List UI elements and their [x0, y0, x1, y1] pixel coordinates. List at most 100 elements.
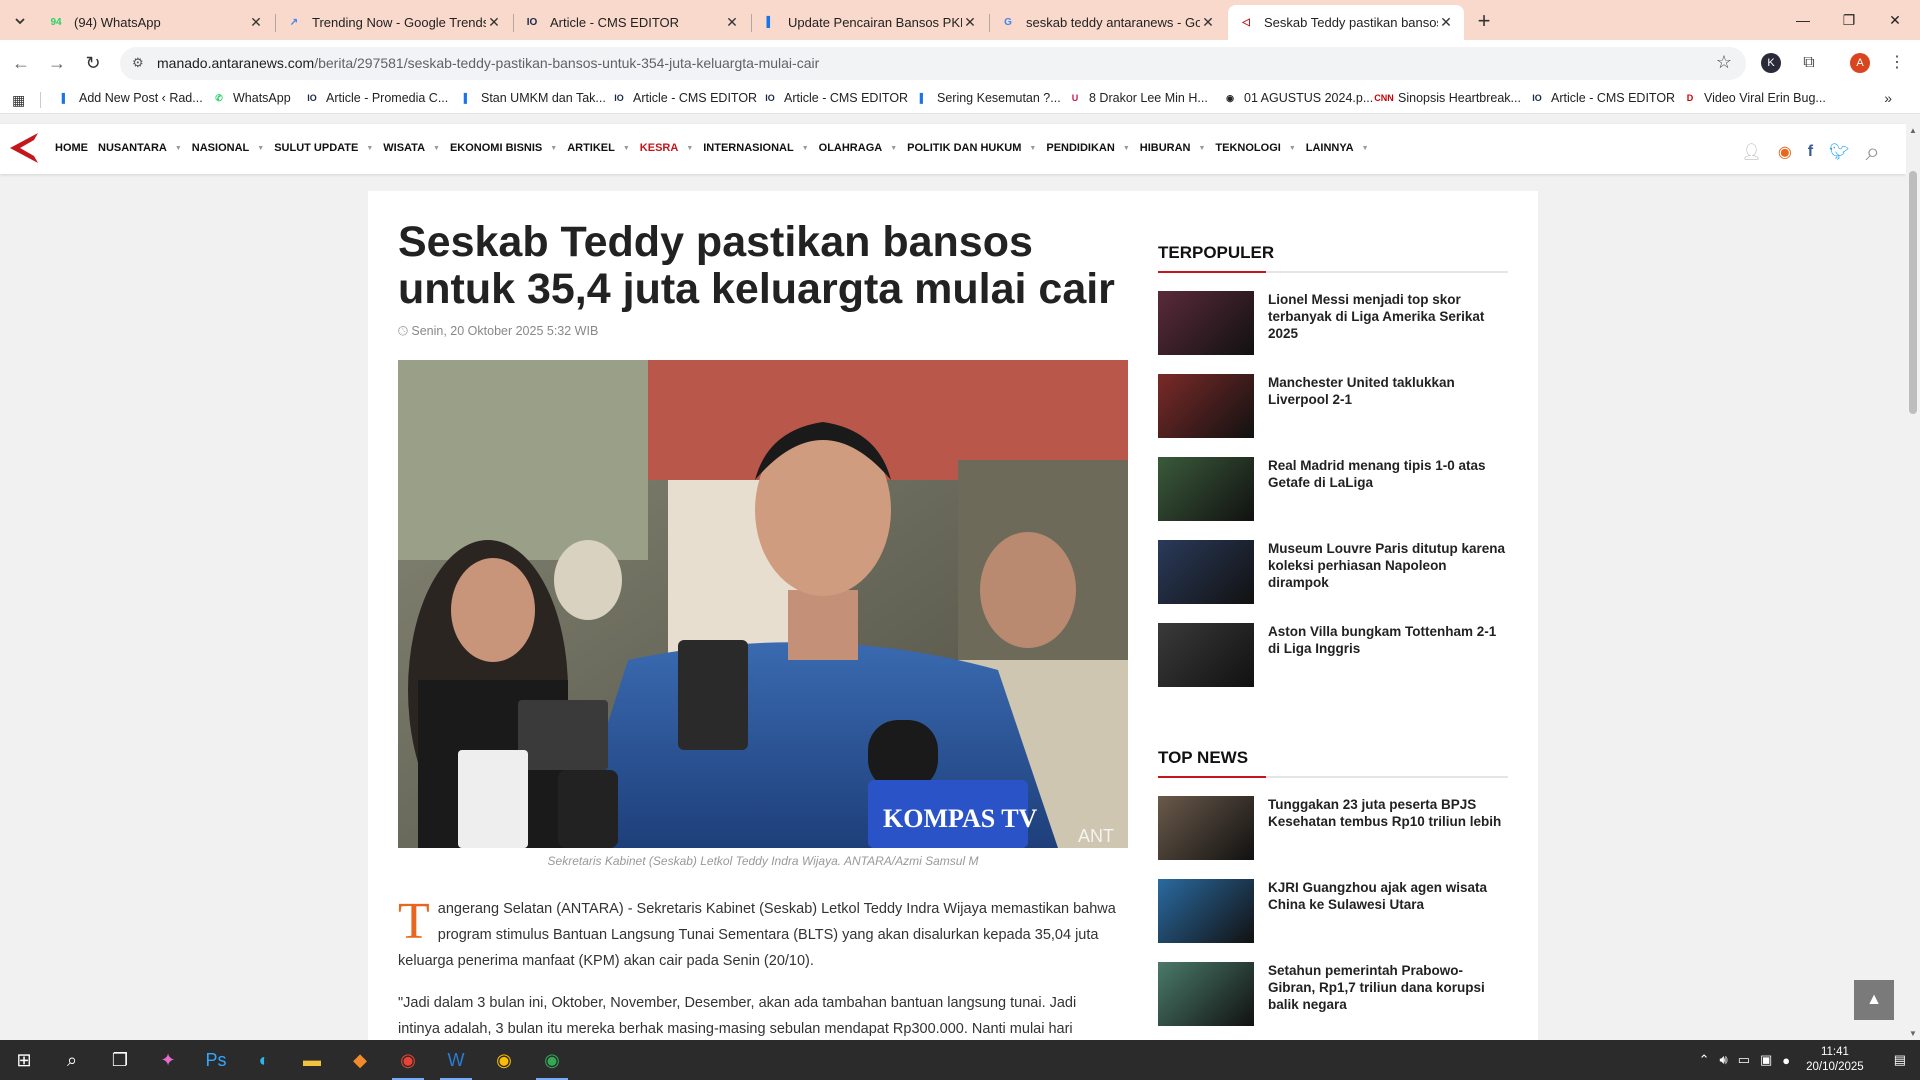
bookmark-item[interactable]: IO Article - CMS EDITOR: [1530, 91, 1675, 105]
news-headline-link[interactable]: Aston Villa bungkam Tottenham 2-1 di Lig…: [1268, 623, 1508, 706]
close-tab-icon[interactable]: ✕: [962, 14, 978, 31]
chrome-app[interactable]: ◉: [480, 1040, 528, 1080]
profile-a-button[interactable]: A: [1847, 50, 1873, 76]
sidebar-news-item[interactable]: Real Madrid menang tipis 1-0 atas Getafe…: [1158, 457, 1508, 540]
site-info-icon[interactable]: ⚙: [132, 55, 148, 71]
nav-menu-item[interactable]: NASIONAL ▼: [192, 142, 264, 154]
extensions-button[interactable]: ⧉: [1796, 50, 1822, 76]
news-thumbnail[interactable]: [1158, 457, 1254, 521]
more-bookmarks-icon[interactable]: »: [1884, 90, 1892, 106]
tab-search-button[interactable]: [8, 9, 32, 33]
twitter-icon[interactable]: 🐦︎: [1829, 142, 1849, 162]
bookmark-item[interactable]: ▌ Sering Kesemutan ?...: [916, 91, 1061, 105]
nav-menu-item[interactable]: PENDIDIKAN ▼: [1046, 142, 1129, 154]
nav-menu-item[interactable]: TEKNOLOGI ▼: [1215, 142, 1295, 154]
bookmark-star-icon[interactable]: ☆: [1716, 52, 1732, 73]
news-thumbnail[interactable]: [1158, 540, 1254, 604]
news-headline-link[interactable]: Tunggakan 23 juta peserta BPJS Kesehatan…: [1268, 796, 1508, 879]
news-headline-link[interactable]: Manchester United taklukkan Liverpool 2-…: [1268, 374, 1508, 457]
page-scrollbar[interactable]: ▲ ▼: [1906, 124, 1920, 1040]
sidebar-news-item[interactable]: Tunggakan 23 juta peserta BPJS Kesehatan…: [1158, 796, 1508, 879]
nav-menu-item[interactable]: POLITIK DAN HUKUM ▼: [907, 142, 1036, 154]
scroll-up-arrow-icon[interactable]: ▲: [1909, 126, 1917, 135]
nav-menu-item[interactable]: INTERNASIONAL ▼: [703, 142, 808, 154]
network-icon[interactable]: ▭: [1738, 1052, 1750, 1068]
news-thumbnail[interactable]: [1158, 623, 1254, 687]
bookmark-item[interactable]: IO Article - CMS EDITOR: [763, 91, 908, 105]
nav-menu-item[interactable]: HIBURAN ▼: [1140, 142, 1206, 154]
reload-button[interactable]: ↻: [80, 50, 106, 76]
volume-icon[interactable]: 🔊︎: [1719, 1052, 1727, 1068]
news-thumbnail[interactable]: [1158, 374, 1254, 438]
sidebar-news-item[interactable]: KJRI Guangzhou ajak agen wisata China ke…: [1158, 879, 1508, 962]
sidebar-news-item[interactable]: Aston Villa bungkam Tottenham 2-1 di Lig…: [1158, 623, 1508, 706]
browser-tab[interactable]: 94 (94) WhatsApp ✕: [38, 5, 274, 40]
close-tab-icon[interactable]: ✕: [1438, 14, 1454, 31]
close-tab-icon[interactable]: ✕: [1200, 14, 1216, 31]
close-tab-icon[interactable]: ✕: [724, 14, 740, 31]
task-view-button[interactable]: ❐: [96, 1040, 144, 1080]
close-window-button[interactable]: ✕: [1872, 0, 1918, 40]
bookmark-item[interactable]: ◉ 01 AGUSTUS 2024.p...: [1223, 91, 1373, 105]
bookmark-item[interactable]: IO Article - Promedia C...: [305, 91, 448, 105]
news-headline-link[interactable]: KJRI Guangzhou ajak agen wisata China ke…: [1268, 879, 1508, 962]
browser-tab[interactable]: Gseskab teddy antaranews - Goo ✕: [990, 5, 1226, 40]
restore-button[interactable]: ❐: [1826, 0, 1872, 40]
display-icon[interactable]: ▣: [1760, 1052, 1772, 1068]
article-photo[interactable]: KOMPAS TV ANT: [398, 360, 1128, 848]
sidebar-news-item[interactable]: Manchester United taklukkan Liverpool 2-…: [1158, 374, 1508, 457]
nav-menu-item[interactable]: OLAHRAGA ▼: [819, 142, 898, 154]
bookmark-item[interactable]: ▌ Stan UMKM dan Tak...: [460, 91, 606, 105]
scroll-down-arrow-icon[interactable]: ▼: [1909, 1029, 1917, 1038]
bookmark-item[interactable]: U 8 Drakor Lee Min H...: [1068, 91, 1208, 105]
apps-grid-icon[interactable]: ▦: [12, 92, 25, 109]
news-thumbnail[interactable]: [1158, 879, 1254, 943]
back-button[interactable]: ←: [8, 50, 34, 76]
browser-tab[interactable]: ↗ Trending Now - Google Trends ✕: [276, 5, 512, 40]
nav-menu-item[interactable]: WISATA ▼: [383, 142, 440, 154]
nav-menu-item[interactable]: EKONOMI BISNIS ▼: [450, 142, 557, 154]
edge-app[interactable]: ◐: [240, 1040, 288, 1080]
chrome-profile-app[interactable]: ◉: [384, 1040, 432, 1080]
news-headline-link[interactable]: Museum Louvre Paris ditutup karena kolek…: [1268, 540, 1508, 623]
news-thumbnail[interactable]: [1158, 962, 1254, 1026]
facebook-icon[interactable]: f: [1808, 143, 1813, 161]
news-headline-link[interactable]: Lionel Messi menjadi top skor terbanyak …: [1268, 291, 1508, 374]
bookmark-item[interactable]: ✆ WhatsApp: [212, 91, 290, 105]
notifications-icon[interactable]: ▤: [1894, 1052, 1906, 1068]
file-explorer-app[interactable]: ▬: [288, 1040, 336, 1080]
news-headline-link[interactable]: Real Madrid menang tipis 1-0 atas Getafe…: [1268, 457, 1508, 540]
sublime-app[interactable]: ◆: [336, 1040, 384, 1080]
bookmark-item[interactable]: CNN Sinopsis Heartbreak...: [1374, 91, 1521, 105]
nav-menu-item[interactable]: KESRA ▼: [640, 142, 693, 154]
nav-menu-item[interactable]: HOME: [55, 142, 88, 154]
sidebar-news-item[interactable]: Museum Louvre Paris ditutup karena kolek…: [1158, 540, 1508, 623]
defender-icon[interactable]: ●: [1782, 1053, 1790, 1068]
nav-menu-item[interactable]: ARTIKEL ▼: [567, 142, 630, 154]
back-to-top-button[interactable]: ▲: [1854, 980, 1894, 1020]
news-headline-link[interactable]: Setahun pemerintah Prabowo-Gibran, Rp1,7…: [1268, 962, 1508, 1045]
news-thumbnail[interactable]: [1158, 796, 1254, 860]
bookmark-item[interactable]: ▌ Add New Post ‹ Rad...: [58, 91, 203, 105]
nav-menu-item[interactable]: NUSANTARA ▼: [98, 142, 182, 154]
search-icon[interactable]: ⌕: [1865, 136, 1880, 168]
browser-tab[interactable]: ▌ Update Pencairan Bansos PKH B✕: [752, 5, 988, 40]
copilot-app[interactable]: ✦: [144, 1040, 192, 1080]
nav-menu-item[interactable]: LAINNYA ▼: [1306, 142, 1369, 154]
tray-chevron-up-icon[interactable]: ⌃: [1699, 1052, 1710, 1068]
close-tab-icon[interactable]: ✕: [248, 14, 264, 31]
news-thumbnail[interactable]: [1158, 291, 1254, 355]
nav-menu-item[interactable]: SULUT UPDATE ▼: [274, 142, 373, 154]
minimize-button[interactable]: —: [1780, 0, 1826, 40]
chrome-menu-button[interactable]: ⋮: [1884, 50, 1910, 76]
address-bar[interactable]: ⚙ manado.antaranews.com/berita/297581/se…: [120, 47, 1746, 80]
profile-k-button[interactable]: K: [1758, 50, 1784, 76]
bookmark-item[interactable]: IO Article - CMS EDITOR: [612, 91, 757, 105]
start-button[interactable]: ⊞: [0, 1040, 48, 1080]
sidebar-news-item[interactable]: Lionel Messi menjadi top skor terbanyak …: [1158, 291, 1508, 374]
system-clock[interactable]: 11:41 20/10/2025: [1806, 1045, 1864, 1075]
user-icon[interactable]: 👤︎: [1742, 142, 1762, 162]
word-app[interactable]: W: [432, 1040, 480, 1080]
sidebar-news-item[interactable]: Setahun pemerintah Prabowo-Gibran, Rp1,7…: [1158, 962, 1508, 1045]
close-tab-icon[interactable]: ✕: [486, 14, 502, 31]
